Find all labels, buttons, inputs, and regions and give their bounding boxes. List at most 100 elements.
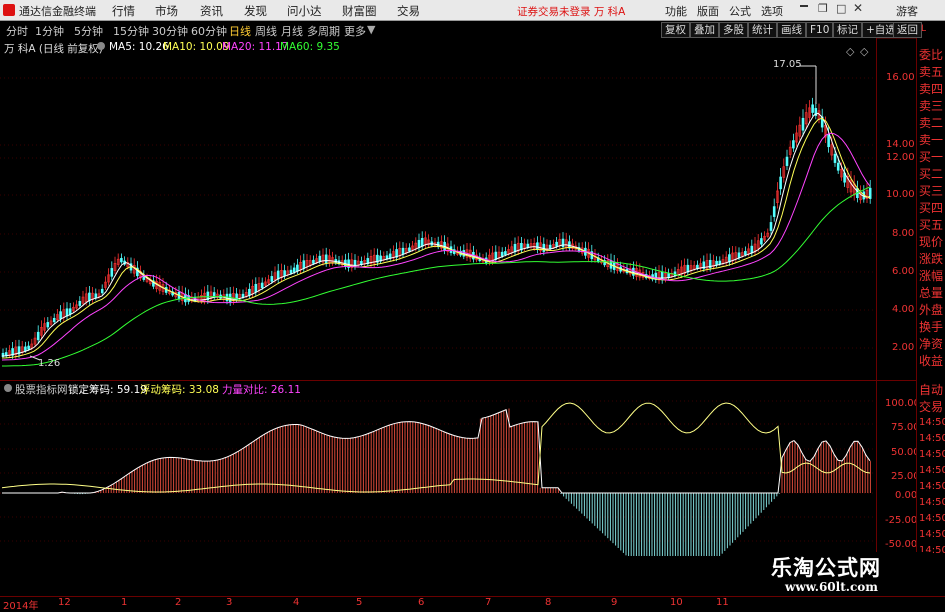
menu-trade[interactable]: 交易 bbox=[397, 3, 420, 19]
candle-body bbox=[718, 260, 722, 265]
candle-body bbox=[779, 176, 782, 190]
menu-market[interactable]: 市场 bbox=[155, 3, 178, 19]
chart-options-icon[interactable]: ◇ bbox=[846, 45, 854, 58]
date-tick: 6 bbox=[418, 597, 425, 608]
tab-60min[interactable]: 60分钟 bbox=[191, 23, 227, 39]
quote-field: 卖三 bbox=[919, 99, 944, 113]
restore-icon[interactable]: ❐ bbox=[818, 2, 828, 15]
menu-options[interactable]: 选项 bbox=[761, 3, 783, 19]
minimize-icon[interactable] bbox=[800, 5, 808, 7]
candle-body bbox=[59, 311, 62, 319]
date-tick: 7 bbox=[485, 597, 492, 608]
tab-monthly[interactable]: 月线 bbox=[281, 23, 303, 39]
tab-5min[interactable]: 5分钟 bbox=[74, 23, 103, 39]
indicator-chart[interactable]: 股票指标网 锁定筹码: 59.19 浮动筹码: 33.08 力量对比: 26.1… bbox=[0, 380, 876, 597]
candle-body bbox=[494, 251, 498, 260]
candle-body bbox=[46, 322, 50, 328]
menu-wealth[interactable]: 财富圈 bbox=[342, 3, 377, 19]
menu-quotes[interactable]: 行情 bbox=[112, 3, 135, 19]
chart-settings-icon[interactable]: ◇ bbox=[860, 45, 868, 58]
candle-body bbox=[827, 134, 830, 148]
price-tick: 6.00 bbox=[892, 266, 915, 277]
candle-body bbox=[324, 254, 328, 264]
candle-body bbox=[548, 244, 552, 250]
candle-body bbox=[417, 239, 421, 248]
panel-l-marker[interactable]: L bbox=[921, 24, 926, 34]
candle-body bbox=[420, 238, 424, 247]
tab-30min[interactable]: 30分钟 bbox=[152, 23, 188, 39]
close-icon[interactable]: ✕ bbox=[853, 1, 863, 15]
quote-field: 买三 bbox=[919, 184, 944, 198]
price-axis: 16.00 14.00 12.00 10.00 8.00 6.00 4.00 2… bbox=[876, 38, 917, 380]
date-tick: 2 bbox=[175, 597, 182, 608]
candle-body bbox=[744, 250, 747, 256]
candle-body bbox=[555, 241, 558, 247]
candle-body bbox=[270, 276, 274, 282]
stats-button[interactable]: 统计 bbox=[748, 22, 777, 38]
kline-plot bbox=[0, 65, 876, 367]
candle-body bbox=[833, 153, 837, 163]
candle-body bbox=[289, 269, 293, 274]
tab-more[interactable]: 更多 bbox=[344, 23, 366, 39]
quote-field: 买一 bbox=[919, 150, 944, 164]
price-tick: 2.00 bbox=[892, 342, 915, 353]
tick-time: 14:50 bbox=[919, 513, 945, 524]
quote-field: 买四 bbox=[919, 201, 944, 215]
menu-news[interactable]: 资讯 bbox=[200, 3, 223, 19]
menu-discover[interactable]: 发现 bbox=[244, 3, 267, 19]
menu-layout[interactable]: 版面 bbox=[697, 3, 719, 19]
tab-1min[interactable]: 1分钟 bbox=[35, 23, 64, 39]
candle-body bbox=[283, 270, 286, 277]
candle-body bbox=[542, 243, 546, 252]
candle-body bbox=[260, 282, 264, 289]
indicator-plot bbox=[0, 400, 876, 556]
tab-weekly[interactable]: 周线 bbox=[255, 23, 277, 39]
tab-15min[interactable]: 15分钟 bbox=[113, 23, 149, 39]
candle-body bbox=[785, 156, 789, 166]
multi-stock-button[interactable]: 多股 bbox=[719, 22, 748, 38]
candle-body bbox=[772, 206, 776, 217]
candle-body bbox=[292, 267, 296, 273]
kline-chart[interactable]: 万 科A (日线 前复权) MA5: 10.26 MA10: 10.09 MA2… bbox=[0, 38, 876, 380]
mark-button[interactable]: 标记 bbox=[833, 22, 862, 38]
date-tick: 2014年 bbox=[3, 601, 39, 612]
auto-trade-label[interactable]: 自动 bbox=[919, 381, 943, 398]
back-button[interactable]: 返回 bbox=[893, 22, 922, 38]
tab-daily[interactable]: 日线 bbox=[229, 23, 251, 39]
candle-body bbox=[811, 104, 814, 113]
tab-intraday[interactable]: 分时 bbox=[6, 23, 28, 39]
menu-formula[interactable]: 公式 bbox=[729, 3, 751, 19]
quote-field: 现价 bbox=[919, 235, 944, 249]
quote-field: 卖二 bbox=[919, 116, 944, 130]
date-tick: 9 bbox=[611, 597, 618, 608]
tab-multi-period[interactable]: 多周期 bbox=[307, 23, 340, 39]
candle-body bbox=[296, 264, 299, 272]
price-tick: 8.00 bbox=[892, 228, 915, 239]
date-tick: 12 bbox=[58, 597, 71, 608]
quote-field: 净资 bbox=[919, 337, 944, 351]
menu-function[interactable]: 功能 bbox=[665, 3, 687, 19]
auto-trade-label[interactable]: 交易 bbox=[919, 398, 943, 415]
adjust-button[interactable]: 复权 bbox=[661, 22, 690, 38]
draw-line-button[interactable]: 画线 bbox=[777, 22, 806, 38]
candle-body bbox=[801, 117, 805, 131]
quote-field: 卖一 bbox=[919, 133, 944, 147]
maximize-icon[interactable]: □ bbox=[836, 2, 846, 15]
price-tick: 14.00 bbox=[886, 139, 915, 150]
more-dropdown-icon[interactable]: ▼ bbox=[367, 23, 375, 36]
low-annotation: 1.26 bbox=[38, 358, 61, 369]
f10-button[interactable]: F10 bbox=[806, 22, 834, 38]
tick-time: 14:50 bbox=[919, 481, 945, 492]
candle-body bbox=[760, 238, 763, 245]
overlay-button[interactable]: 叠加 bbox=[690, 22, 719, 38]
candle-body bbox=[36, 331, 40, 341]
ma10-line bbox=[1, 117, 871, 359]
date-tick: 1 bbox=[121, 597, 128, 608]
candle-body bbox=[110, 268, 114, 277]
indicator-tick: 0.00 bbox=[895, 490, 918, 501]
candle-body bbox=[536, 242, 539, 251]
guest-button[interactable]: 游客 bbox=[896, 3, 918, 19]
menu-ask[interactable]: 问小达 bbox=[287, 3, 322, 19]
watermark-title: 乐淘公式网 bbox=[771, 555, 881, 580]
date-tick: 4 bbox=[293, 597, 300, 608]
